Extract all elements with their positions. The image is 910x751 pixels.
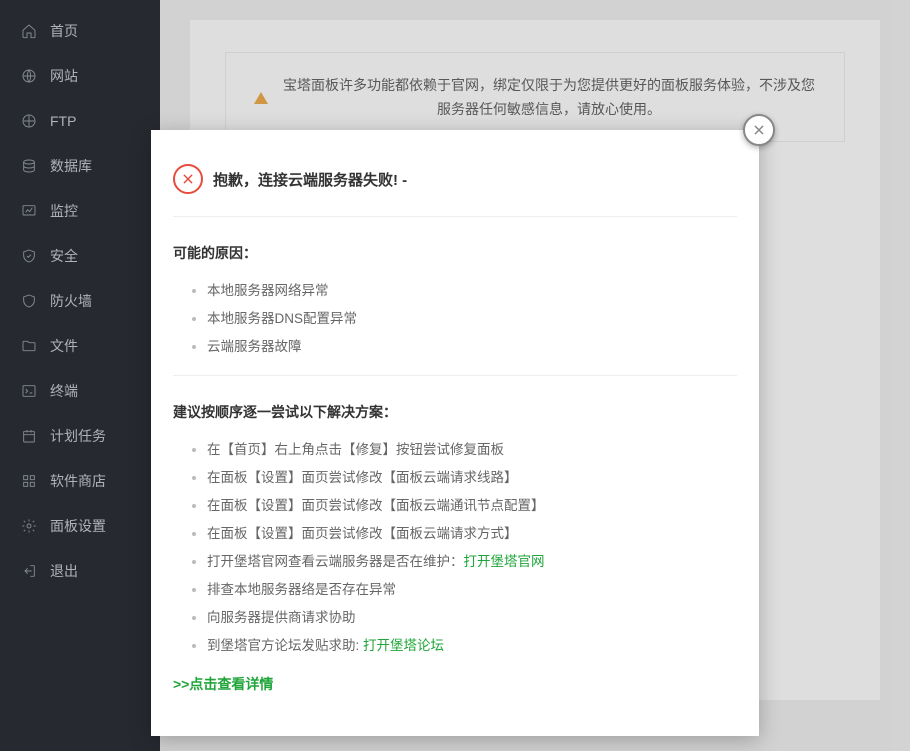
list-item: 本地服务器DNS配置异常 xyxy=(207,307,737,327)
reasons-section: 可能的原因： 本地服务器网络异常 本地服务器DNS配置异常 云端服务器故障 xyxy=(173,217,737,376)
solutions-list: 在【首页】右上角点击【修复】按钮尝试修复面板 在面板【设置】面页尝试修改【面板云… xyxy=(173,438,737,654)
list-item: 打开堡塔官网查看云端服务器是否在维护：打开堡塔官网 xyxy=(207,550,737,570)
list-item: 云端服务器故障 xyxy=(207,335,737,355)
reasons-heading: 可能的原因： xyxy=(173,243,737,263)
dialog-header: 抱歉，连接云端服务器失败! - xyxy=(173,152,737,217)
list-item: 在面板【设置】面页尝试修改【面板云端通讯节点配置】 xyxy=(207,494,737,514)
reasons-list: 本地服务器网络异常 本地服务器DNS配置异常 云端服务器故障 xyxy=(173,279,737,355)
error-icon xyxy=(173,164,203,194)
list-item: 向服务器提供商请求协助 xyxy=(207,606,737,626)
list-item: 排查本地服务器络是否存在异常 xyxy=(207,578,737,598)
list-item: 在面板【设置】面页尝试修改【面板云端请求线路】 xyxy=(207,466,737,486)
list-item: 到堡塔官方论坛发贴求助: 打开堡塔论坛 xyxy=(207,634,737,654)
error-dialog: 抱歉，连接云端服务器失败! - 可能的原因： 本地服务器网络异常 本地服务器DN… xyxy=(151,130,759,736)
list-item: 本地服务器网络异常 xyxy=(207,279,737,299)
modal-overlay: 抱歉，连接云端服务器失败! - 可能的原因： 本地服务器网络异常 本地服务器DN… xyxy=(0,0,910,751)
dialog-title: 抱歉，连接云端服务器失败! - xyxy=(213,169,407,190)
open-official-link[interactable]: 打开堡塔官网 xyxy=(464,554,545,569)
close-icon xyxy=(752,123,766,137)
solutions-section: 建议按顺序逐一尝试以下解决方案： 在【首页】右上角点击【修复】按钮尝试修复面板 … xyxy=(173,376,737,706)
list-item: 在【首页】右上角点击【修复】按钮尝试修复面板 xyxy=(207,438,737,458)
solutions-heading: 建议按顺序逐一尝试以下解决方案： xyxy=(173,402,737,422)
open-forum-link[interactable]: 打开堡塔论坛 xyxy=(363,638,444,653)
close-button[interactable] xyxy=(743,114,775,146)
details-link[interactable]: >>点击查看详情 xyxy=(173,674,737,694)
list-item: 在面板【设置】面页尝试修改【面板云端请求方式】 xyxy=(207,522,737,542)
